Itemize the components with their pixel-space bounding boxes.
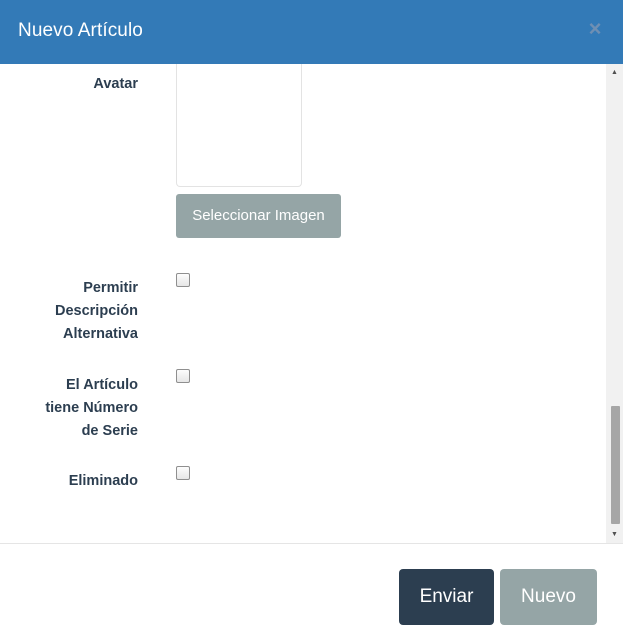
deleted-label: Eliminado	[68, 473, 138, 489]
has-serial-label-line-3: de Serie	[81, 423, 138, 439]
allow-alternative-description-checkbox[interactable]	[176, 273, 190, 287]
vertical-scrollbar[interactable]: ▲ ▼	[606, 64, 623, 543]
scroll-up-arrow-icon[interactable]: ▲	[606, 64, 623, 81]
has-serial-label-line-1: El Artículo	[66, 377, 138, 393]
allow-alt-desc-label-line-1: Permitir	[83, 280, 138, 296]
avatar-preview	[176, 64, 302, 187]
modal-footer: Enviar Nuevo	[0, 543, 623, 643]
modal-title: Nuevo Artículo	[18, 20, 143, 41]
has-serial-number-label: El Artículo tiene Número de Serie	[0, 374, 138, 443]
allow-alt-desc-label-line-3: Alternativa	[63, 326, 138, 342]
scroll-down-arrow-icon[interactable]: ▼	[606, 526, 623, 543]
close-icon[interactable]: ×	[585, 16, 605, 42]
has-serial-number-checkbox[interactable]	[176, 369, 190, 383]
select-image-button[interactable]: Seleccionar Imagen	[176, 194, 341, 238]
allow-alternative-description-label: Permitir Descripción Alternativa	[0, 277, 138, 346]
allow-alt-desc-label-line-2: Descripción	[55, 303, 138, 319]
avatar-label: Avatar	[93, 76, 138, 92]
modal-header: Nuevo Artículo ×	[0, 0, 623, 64]
scrollbar-thumb[interactable]	[611, 406, 620, 524]
submit-button[interactable]: Enviar	[399, 569, 494, 625]
deleted-checkbox[interactable]	[176, 466, 190, 480]
new-article-modal: Nuevo Artículo × Avatar Seleccionar Imag…	[0, 0, 623, 643]
modal-body[interactable]: Avatar Seleccionar Imagen Permitir Descr…	[0, 64, 623, 543]
has-serial-label-line-2: tiene Número	[45, 400, 138, 416]
new-button[interactable]: Nuevo	[500, 569, 597, 625]
